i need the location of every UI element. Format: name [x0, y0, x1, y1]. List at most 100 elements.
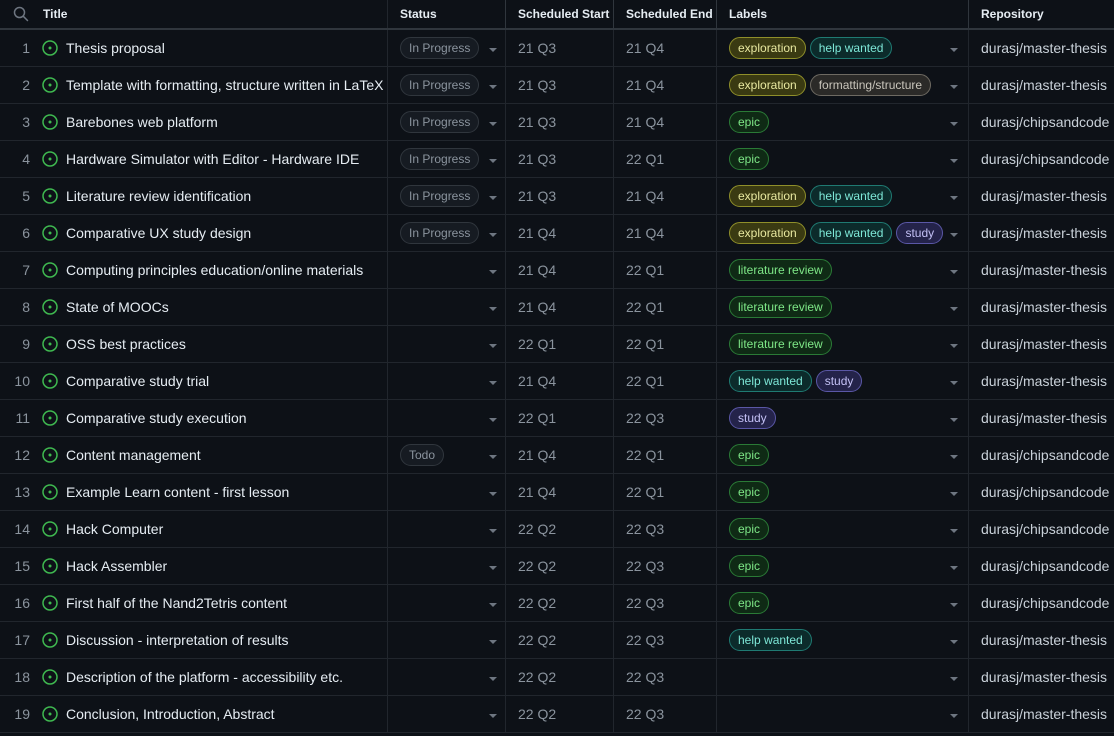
status-cell[interactable] — [388, 474, 506, 510]
column-header-status[interactable]: Status — [388, 0, 506, 28]
status-cell[interactable]: In Progress — [388, 141, 506, 177]
scheduled-start-cell[interactable]: 21 Q4 — [506, 363, 614, 399]
labels-cell[interactable]: literature review — [717, 289, 969, 325]
chevron-down-icon[interactable] — [489, 529, 497, 533]
issue-title-link[interactable]: Comparative study execution — [66, 410, 247, 426]
chevron-down-icon[interactable] — [950, 529, 958, 533]
scheduled-start-cell[interactable]: 21 Q3 — [506, 104, 614, 140]
scheduled-end-cell[interactable]: 22 Q1 — [614, 289, 717, 325]
labels-cell[interactable]: exploration formatting/structure — [717, 67, 969, 103]
title-cell[interactable]: Conclusion, Introduction, Abstract — [42, 696, 388, 732]
chevron-down-icon[interactable] — [489, 418, 497, 422]
table-row[interactable]: 17 Discussion - interpretation of result… — [0, 622, 1114, 659]
title-cell[interactable]: Description of the platform - accessibil… — [42, 659, 388, 695]
labels-cell[interactable]: epic — [717, 437, 969, 473]
table-row[interactable]: 2 Template with formatting, structure wr… — [0, 67, 1114, 104]
column-header-scheduled-end[interactable]: Scheduled End — [614, 0, 717, 28]
label-badge[interactable]: exploration — [729, 222, 806, 244]
label-badge[interactable]: help wanted — [809, 185, 893, 207]
status-cell[interactable] — [388, 400, 506, 436]
table-row[interactable]: 5 Literature review identification In Pr… — [0, 178, 1114, 215]
label-badge[interactable]: study — [815, 370, 863, 392]
scheduled-end-cell[interactable]: 22 Q3 — [614, 548, 717, 584]
title-cell[interactable]: Thesis proposal — [42, 30, 388, 66]
status-cell[interactable]: Todo — [388, 437, 506, 473]
issue-title-link[interactable]: Example Learn content - first lesson — [66, 484, 289, 500]
label-badge[interactable]: epic — [729, 481, 770, 503]
chevron-down-icon[interactable] — [950, 640, 958, 644]
scheduled-end-cell[interactable]: 21 Q4 — [614, 215, 717, 251]
repository-cell[interactable]: durasj/master-thesis — [969, 326, 1114, 362]
scheduled-end-cell[interactable]: 22 Q3 — [614, 585, 717, 621]
label-badge[interactable]: exploration — [729, 185, 806, 207]
chevron-down-icon[interactable] — [950, 492, 958, 496]
labels-cell[interactable]: epic — [717, 548, 969, 584]
repository-cell[interactable]: durasj/master-thesis — [969, 363, 1114, 399]
scheduled-end-cell[interactable]: 21 Q4 — [614, 67, 717, 103]
scheduled-start-cell[interactable]: 21 Q4 — [506, 252, 614, 288]
table-row[interactable]: 11 Comparative study execution 22 Q1 22 … — [0, 400, 1114, 437]
chevron-down-icon[interactable] — [950, 714, 958, 718]
table-row[interactable]: 4 Hardware Simulator with Editor - Hardw… — [0, 141, 1114, 178]
issue-title-link[interactable]: First half of the Nand2Tetris content — [66, 595, 287, 611]
table-row[interactable]: 1 Thesis proposal In Progress 21 Q3 21 Q… — [0, 30, 1114, 67]
repository-cell[interactable]: durasj/master-thesis — [969, 622, 1114, 658]
scheduled-start-cell[interactable]: 22 Q2 — [506, 622, 614, 658]
scheduled-start-cell[interactable]: 21 Q4 — [506, 437, 614, 473]
table-row[interactable]: 6 Comparative UX study design In Progres… — [0, 215, 1114, 252]
issue-title-link[interactable]: Comparative UX study design — [66, 225, 251, 241]
title-cell[interactable]: First half of the Nand2Tetris content — [42, 585, 388, 621]
status-cell[interactable]: In Progress — [388, 104, 506, 140]
repository-cell[interactable]: durasj/chipsandcode — [969, 511, 1114, 547]
labels-cell[interactable]: epic — [717, 474, 969, 510]
title-cell[interactable]: Example Learn content - first lesson — [42, 474, 388, 510]
label-badge[interactable]: epic — [729, 111, 770, 133]
scheduled-end-cell[interactable]: 22 Q1 — [614, 141, 717, 177]
scheduled-end-cell[interactable]: 21 Q4 — [614, 104, 717, 140]
issue-title-link[interactable]: Hack Computer — [66, 521, 163, 537]
issue-title-link[interactable]: Hack Assembler — [66, 558, 167, 574]
status-cell[interactable]: In Progress — [388, 178, 506, 214]
scheduled-start-cell[interactable]: 21 Q3 — [506, 67, 614, 103]
status-cell[interactable] — [388, 659, 506, 695]
title-cell[interactable]: Hack Computer — [42, 511, 388, 547]
label-badge[interactable]: help wanted — [729, 629, 812, 651]
chevron-down-icon[interactable] — [950, 122, 958, 126]
repository-cell[interactable]: durasj/chipsandcode — [969, 548, 1114, 584]
scheduled-start-cell[interactable]: 22 Q2 — [506, 659, 614, 695]
label-badge[interactable]: literature review — [729, 333, 832, 355]
label-badge[interactable]: literature review — [729, 259, 832, 281]
chevron-down-icon[interactable] — [950, 307, 958, 311]
label-badge[interactable]: exploration — [729, 37, 806, 59]
scheduled-start-cell[interactable]: 21 Q4 — [506, 474, 614, 510]
title-cell[interactable]: Barebones web platform — [42, 104, 388, 140]
chevron-down-icon[interactable] — [950, 233, 958, 237]
chevron-down-icon[interactable] — [950, 85, 958, 89]
chevron-down-icon[interactable] — [950, 566, 958, 570]
title-cell[interactable]: Comparative UX study design — [42, 215, 388, 251]
chevron-down-icon[interactable] — [489, 714, 497, 718]
chevron-down-icon[interactable] — [489, 270, 497, 274]
labels-cell[interactable]: exploration help wanted study — [717, 215, 969, 251]
repository-cell[interactable]: durasj/master-thesis — [969, 252, 1114, 288]
chevron-down-icon[interactable] — [950, 159, 958, 163]
status-cell[interactable] — [388, 622, 506, 658]
status-cell[interactable] — [388, 289, 506, 325]
scheduled-start-cell[interactable]: 21 Q3 — [506, 178, 614, 214]
scheduled-start-cell[interactable]: 21 Q3 — [506, 141, 614, 177]
title-cell[interactable]: Content management — [42, 437, 388, 473]
chevron-down-icon[interactable] — [950, 196, 958, 200]
issue-title-link[interactable]: OSS best practices — [66, 336, 186, 352]
title-cell[interactable]: Template with formatting, structure writ… — [42, 67, 388, 103]
column-header-title[interactable]: Title — [42, 0, 388, 28]
status-cell[interactable] — [388, 585, 506, 621]
status-cell[interactable] — [388, 326, 506, 362]
status-cell[interactable]: In Progress — [388, 30, 506, 66]
status-cell[interactable] — [388, 511, 506, 547]
label-badge[interactable]: study — [729, 407, 776, 429]
status-cell[interactable] — [388, 548, 506, 584]
chevron-down-icon[interactable] — [950, 603, 958, 607]
scheduled-start-cell[interactable]: 21 Q3 — [506, 30, 614, 66]
label-badge[interactable]: help wanted — [729, 370, 812, 392]
chevron-down-icon[interactable] — [950, 48, 958, 52]
